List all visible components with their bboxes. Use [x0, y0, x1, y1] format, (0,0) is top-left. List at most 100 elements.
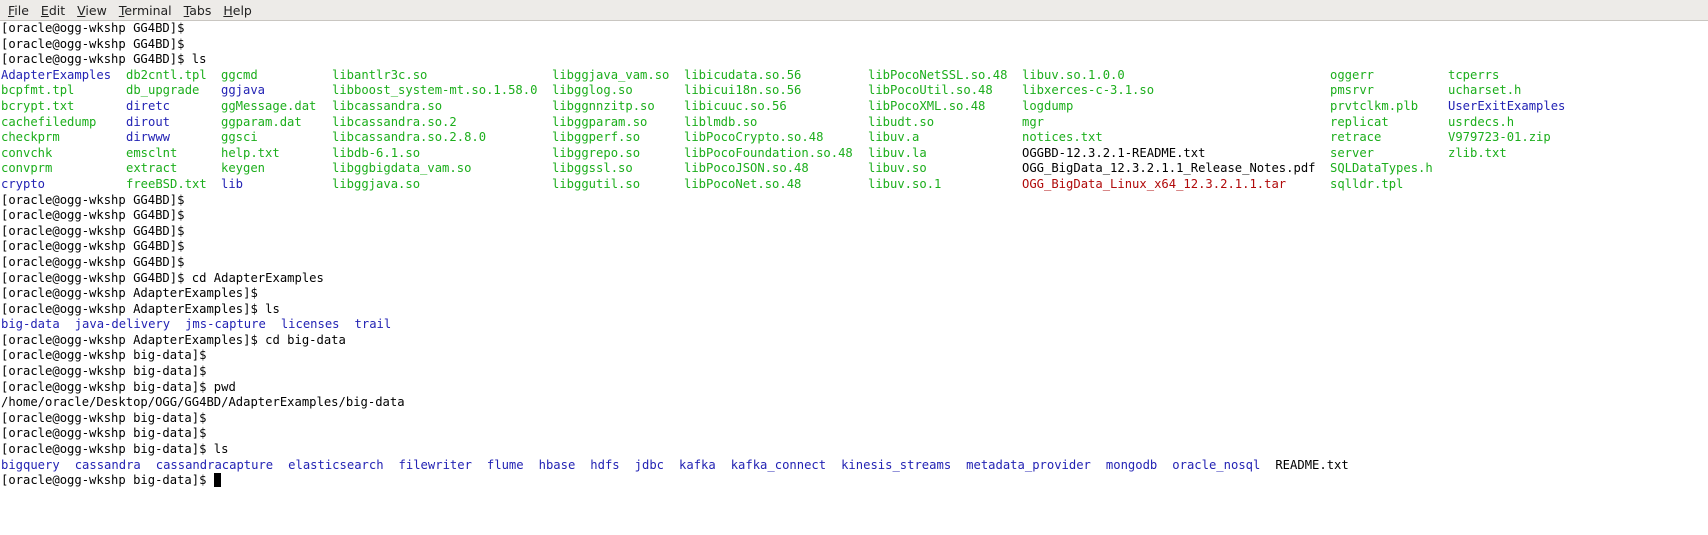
file-entry: extract [126, 161, 178, 176]
file-entry: oracle_nosql [1172, 457, 1261, 472]
file-entry: hdfs [590, 457, 620, 472]
menu-bar: File Edit View Terminal Tabs Help [0, 0, 1708, 21]
terminal-line: [oracle@ogg-wkshp big-data]$ [1, 411, 1708, 427]
menu-tabs[interactable]: Tabs [178, 3, 218, 18]
file-entry: licenses [280, 317, 340, 332]
line-text: [oracle@ogg-wkshp GG4BD]$ [1, 192, 185, 207]
terminal-line: [oracle@ogg-wkshp GG4BD]$ [1, 255, 1708, 271]
file-entry: dirout [126, 114, 171, 129]
line-text: [oracle@ogg-wkshp GG4BD]$ [1, 208, 185, 223]
file-entry: AdapterExamples [1, 67, 112, 82]
file-entry: ggcmd [221, 67, 258, 82]
file-entry: libPocoUtil.so.48 [868, 83, 993, 98]
file-entry: db_upgrade [126, 83, 200, 98]
file-entry: libggjava.so [332, 176, 421, 191]
file-entry: filewriter [398, 457, 472, 472]
terminal-line: [oracle@ogg-wkshp big-data]$ [1, 426, 1708, 442]
file-entry: usrdecs.h [1448, 114, 1515, 129]
terminal-line: [oracle@ogg-wkshp GG4BD]$ ls [1, 52, 1708, 68]
file-entry: libggrepo.so [552, 145, 641, 160]
menu-view[interactable]: View [71, 3, 113, 18]
file-entry: libdb-6.1.so [332, 145, 421, 160]
line-text: [oracle@ogg-wkshp AdapterExamples]$ cd b… [1, 332, 346, 347]
ls-output-row: bcrypt.txt diretc ggMessage.dat libcassandr… [1, 99, 1708, 115]
text-cursor [213, 473, 221, 488]
ls-output-row: bcpfmt.tpl db_upgrade ggjava libboost_syste… [1, 83, 1708, 99]
file-entry: libggssl.so [552, 161, 633, 176]
file-entry: libuv.so.1.0.0 [1022, 67, 1125, 82]
line-text: /home/oracle/Desktop/OGG/GG4BD/AdapterEx… [1, 395, 405, 410]
file-entry: cassandra [74, 457, 141, 472]
file-entry: liblmdb.so [684, 114, 758, 129]
file-entry: libggbigdata_vam.so [332, 161, 472, 176]
terminal-line: [oracle@ogg-wkshp GG4BD]$ [1, 193, 1708, 209]
terminal-line: [oracle@ogg-wkshp AdapterExamples]$ cd b… [1, 333, 1708, 349]
file-entry: SQLDataTypes.h [1330, 161, 1433, 176]
file-entry: libggparam.so [552, 114, 648, 129]
ls-output-row: bigquery cassandra cassandracapture elastic… [1, 458, 1708, 474]
file-entry: jdbc [634, 457, 665, 472]
file-entry: convchk [1, 145, 53, 160]
file-entry: bcpfmt.tpl [1, 83, 75, 98]
terminal-line: [oracle@ogg-wkshp GG4BD]$ cd AdapterExam… [1, 271, 1708, 287]
file-entry: freeBSD.txt [126, 176, 207, 191]
terminal-line: [oracle@ogg-wkshp GG4BD]$ [1, 208, 1708, 224]
menu-edit[interactable]: Edit [35, 3, 71, 18]
file-entry: libPocoCrypto.so.48 [684, 130, 824, 145]
file-entry: big-data [1, 317, 60, 332]
file-entry: libxerces-c-3.1.so [1022, 83, 1155, 98]
file-entry: kinesis_streams [841, 457, 952, 472]
file-entry: pmsrvr [1330, 83, 1375, 98]
line-text: [oracle@ogg-wkshp GG4BD]$ [1, 223, 185, 238]
file-entry: checkprm [1, 130, 60, 145]
file-entry: sqlldr.tpl [1330, 176, 1404, 191]
file-entry: ggsci [221, 130, 258, 145]
terminal-output[interactable]: [oracle@ogg-wkshp GG4BD]$ [oracle@ogg-wks… [1, 21, 1708, 535]
file-entry: libuv.la [868, 145, 927, 160]
file-entry: libuv.so [868, 161, 927, 176]
ls-output-row: cachefiledump dirout ggparam.dat libcassand… [1, 115, 1708, 131]
line-text: [oracle@ogg-wkshp GG4BD]$ [1, 254, 185, 269]
file-entry: dirwww [126, 130, 171, 145]
line-text: [oracle@ogg-wkshp GG4BD]$ [1, 239, 185, 254]
terminal-line: [oracle@ogg-wkshp GG4BD]$ [1, 37, 1708, 53]
file-entry: libcassandra.so.2 [332, 114, 457, 129]
terminal-line: [oracle@ogg-wkshp GG4BD]$ [1, 21, 1708, 37]
file-entry: metadata_provider [966, 457, 1091, 472]
file-entry: elasticsearch [288, 457, 384, 472]
file-entry: replicat [1330, 114, 1389, 129]
file-entry: libuv.so.1 [868, 176, 942, 191]
file-entry: V979723-01.zip [1448, 130, 1551, 145]
file-entry: kafka_connect [730, 457, 827, 472]
file-entry: UserExitExamples [1448, 98, 1566, 113]
file-entry: OGG_BigData_12.3.2.1.1_Release_Notes.pdf [1022, 161, 1316, 176]
file-entry: convprm [1, 161, 53, 176]
menu-terminal[interactable]: Terminal [113, 3, 178, 18]
file-entry [1448, 177, 1648, 193]
terminal-line: [oracle@ogg-wkshp big-data]$ ls [1, 442, 1708, 458]
file-entry: ggparam.dat [221, 114, 302, 129]
file-entry: libggperf.so [552, 130, 641, 145]
file-entry: mongodb [1105, 457, 1158, 472]
file-entry: hbase [538, 457, 576, 472]
menu-file[interactable]: File [2, 3, 35, 18]
current-prompt: [oracle@ogg-wkshp big-data]$ [1, 473, 1708, 489]
ls-output-row: big-data java-delivery jms-capture licenses… [1, 317, 1708, 333]
file-entry: emsclnt [126, 145, 178, 160]
file-entry: libboost_system-mt.so.1.58.0 [332, 83, 538, 98]
line-text: [oracle@ogg-wkshp big-data]$ [1, 364, 207, 379]
line-text: [oracle@ogg-wkshp GG4BD]$ [1, 36, 185, 51]
line-text: [oracle@ogg-wkshp AdapterExamples]$ ls [1, 301, 280, 316]
ls-output-row: checkprm dirwww ggsci libcassandra.so.2.8.0… [1, 130, 1708, 146]
file-entry: libcassandra.so [332, 98, 443, 113]
file-entry: cachefiledump [1, 114, 97, 129]
file-entry: server [1330, 145, 1375, 160]
file-entry: lib [221, 176, 244, 191]
terminal-line: [oracle@ogg-wkshp big-data]$ [1, 364, 1708, 380]
file-entry: kafka [679, 457, 716, 472]
ls-output-row: AdapterExamples db2cntl.tpl ggcmd libantlr3… [1, 68, 1708, 84]
file-entry: OGGBD-12.3.2.1-README.txt [1022, 145, 1206, 160]
terminal-line: [oracle@ogg-wkshp AdapterExamples]$ ls [1, 302, 1708, 318]
file-entry: libicudata.so.56 [684, 67, 802, 82]
menu-help[interactable]: Help [217, 3, 258, 18]
